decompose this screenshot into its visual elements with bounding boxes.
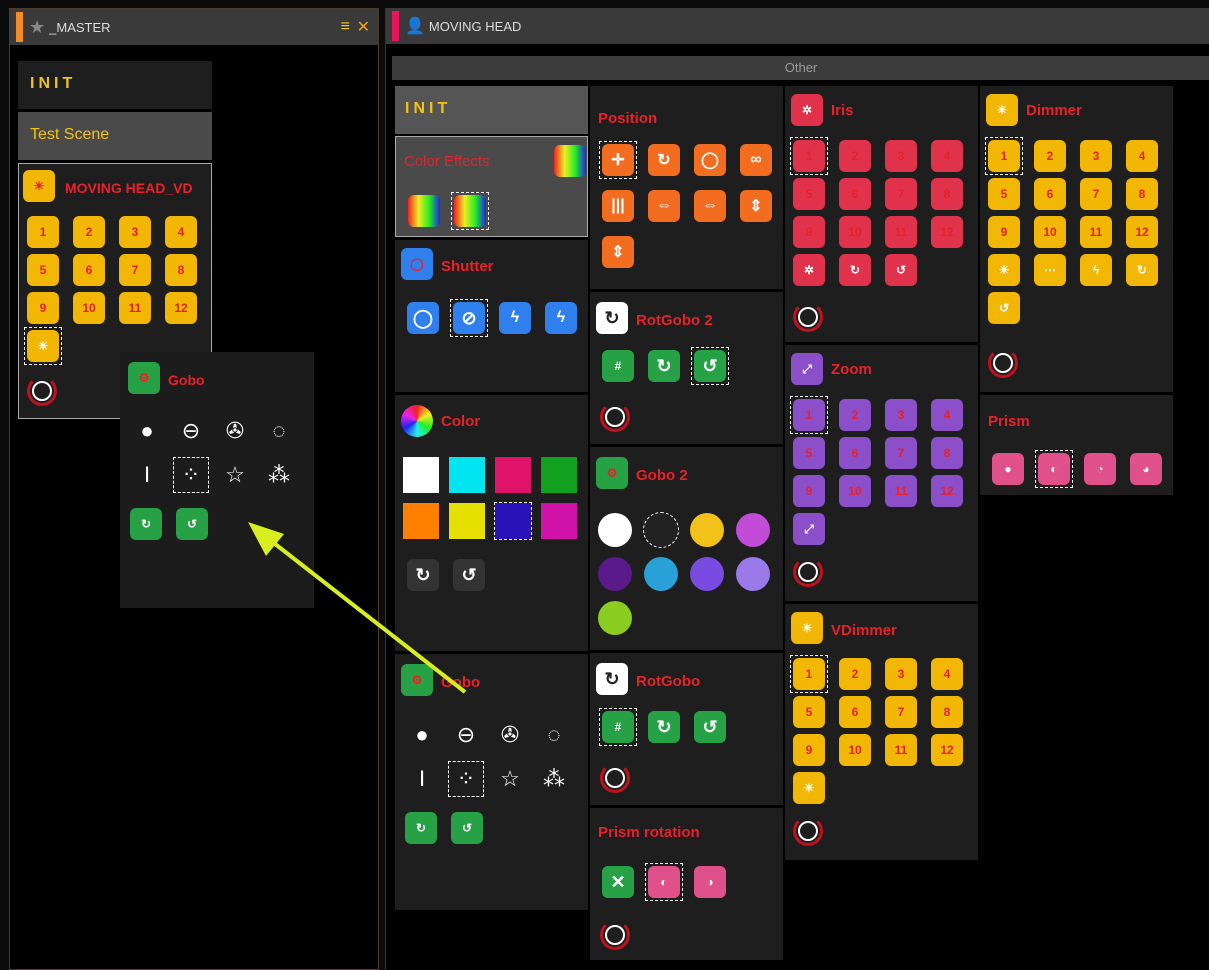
annotation-arrow [248,522,467,694]
